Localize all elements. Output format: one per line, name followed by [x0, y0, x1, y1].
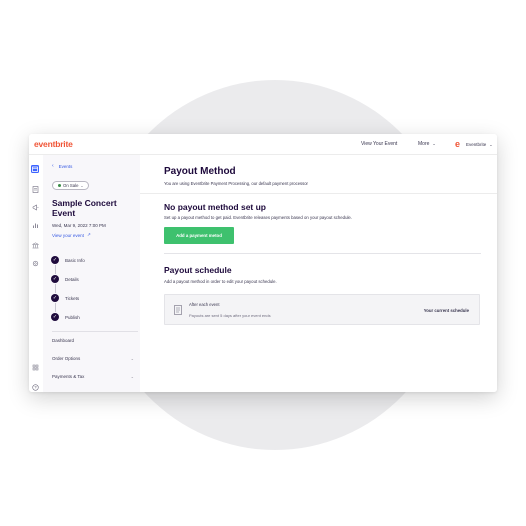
more-menu[interactable]: More ⌄ [418, 141, 436, 147]
sidebar-item-payments-tax[interactable]: Payments & Tax ⌄ [52, 374, 138, 379]
check-icon: ✓ [51, 313, 59, 321]
chevron-down-icon: ⌄ [80, 183, 84, 188]
step-connector [54, 303, 56, 312]
status-dot-icon [58, 184, 61, 187]
megaphone-icon[interactable] [31, 203, 39, 211]
app-window: eventbrite View Your Event More ⌄ e Event… [29, 134, 497, 392]
status-label: On Sale [63, 183, 79, 188]
check-icon: ✓ [51, 275, 59, 283]
chevron-down-icon: ⌄ [489, 141, 493, 147]
step-publish[interactable]: ✓ Publish [51, 312, 80, 322]
chevron-down-icon: ⌄ [432, 141, 436, 146]
view-your-event-link[interactable]: View Your Event [361, 141, 397, 147]
more-label: More [418, 141, 430, 147]
step-label: Basic Info [65, 257, 85, 263]
no-payout-heading: No payout method set up [164, 202, 266, 212]
divider [164, 253, 481, 254]
chevron-left-icon: ‹ [52, 163, 54, 169]
document-icon [174, 305, 182, 315]
back-label: Events [58, 163, 73, 169]
calendar-icon[interactable] [31, 165, 39, 173]
back-to-events-link[interactable]: ‹ Events [52, 163, 72, 169]
main-content: Payout Method You are using Eventbrite P… [140, 155, 497, 392]
icon-rail [29, 155, 41, 392]
event-date: Wed, Mar 9, 2022 7:00 PM [52, 223, 106, 228]
sidebar-item-label: Payments & Tax [52, 374, 85, 379]
event-status-dropdown[interactable]: On Sale ⌄ [52, 181, 90, 190]
apps-grid-icon[interactable] [31, 363, 39, 371]
orders-icon[interactable] [31, 185, 39, 193]
step-connector [54, 265, 56, 274]
event-title: Sample Concert Event [52, 198, 117, 218]
payout-schedule-card: After each event Payouts are sent 5 days… [164, 294, 480, 325]
chevron-down-icon: ⌄ [130, 374, 134, 379]
payout-schedule-heading: Payout schedule [164, 265, 232, 275]
page-title: Payout Method [164, 166, 236, 177]
check-icon: ✓ [51, 294, 59, 302]
no-payout-text: Set up a payout method to get paid. Even… [164, 215, 352, 220]
view-event-label: View your event [52, 232, 84, 238]
payout-schedule-text: Add a payout method in order to edit you… [164, 279, 277, 284]
sidebar-item-dashboard[interactable]: Dashboard [52, 338, 138, 343]
step-label: Details [65, 276, 79, 282]
sidebar-divider [52, 331, 138, 332]
check-icon: ✓ [51, 256, 59, 264]
view-your-event-link[interactable]: View your event ↗ [52, 232, 91, 238]
organization-name: Eventbrite [466, 141, 487, 147]
schedule-title: After each event [189, 302, 220, 307]
sidebar-item-order-options[interactable]: Order Options ⌄ [52, 356, 138, 361]
sidebar-item-label: Order Options [52, 356, 81, 361]
page-subtitle: You are using Eventbrite Payment Process… [164, 181, 308, 186]
step-label: Tickets [65, 295, 80, 301]
step-label: Publish [65, 314, 80, 320]
top-bar: eventbrite View Your Event More ⌄ e Event… [29, 134, 497, 155]
analytics-icon[interactable] [31, 221, 39, 229]
external-link-icon: ↗ [86, 232, 91, 237]
event-sidebar: ‹ Events On Sale ⌄ Sample Concert Event … [43, 155, 140, 392]
organization-menu[interactable]: e Eventbrite ⌄ [453, 138, 493, 150]
step-connector [54, 284, 56, 293]
divider [140, 193, 497, 194]
step-details[interactable]: ✓ Details [51, 274, 79, 284]
chevron-down-icon: ⌄ [130, 356, 134, 361]
bank-icon[interactable] [31, 241, 39, 249]
help-icon[interactable] [31, 383, 39, 391]
add-payment-method-button[interactable]: Add a payment metod [164, 227, 234, 244]
gear-icon[interactable] [31, 259, 39, 267]
eventbrite-logo[interactable]: eventbrite [34, 139, 73, 149]
organization-logo-icon: e [454, 138, 460, 149]
step-basic-info[interactable]: ✓ Basic Info [51, 255, 85, 265]
step-tickets[interactable]: ✓ Tickets [51, 293, 79, 303]
current-schedule-label: Your current schedule [423, 308, 469, 313]
schedule-description: Payouts are sent 5 days after your event… [189, 313, 271, 318]
stage: eventbrite View Your Event More ⌄ e Event… [0, 0, 526, 526]
sidebar-item-label: Dashboard [52, 338, 75, 343]
